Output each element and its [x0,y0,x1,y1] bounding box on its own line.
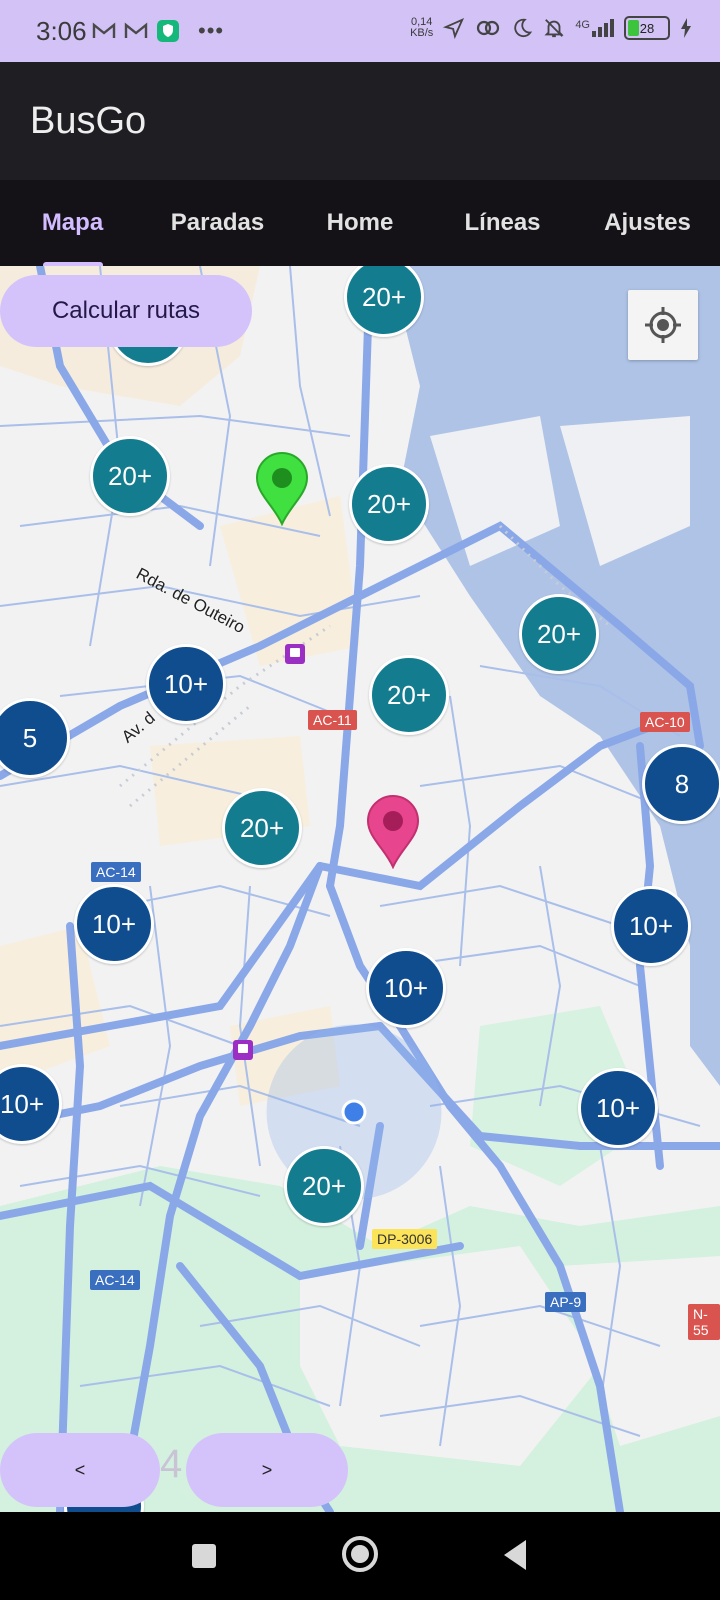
stop-cluster[interactable]: 10+ [366,948,446,1028]
next-page-button[interactable]: > [186,1433,348,1507]
home-icon[interactable] [340,1534,380,1574]
gmail-icon [124,22,148,38]
stop-cluster[interactable]: 20+ [369,655,449,735]
stop-cluster[interactable]: 20+ [284,1146,364,1226]
train-station-icon [233,1040,253,1060]
cluster-count: 10+ [628,910,674,941]
origin-marker-icon[interactable] [254,450,310,526]
status-left-icons: ••• [92,18,224,44]
app-bar: BusGo [0,62,720,180]
status-bar: 3:06 ••• 0,14 KB/s 4G 28 [0,0,720,62]
stop-cluster[interactable]: 8 [642,744,720,824]
page-number: 4 [160,1442,183,1486]
tab-label: Mapa [41,209,104,236]
user-location-dot [341,1099,367,1125]
net-speed: 0,14 KB/s [410,17,433,39]
status-right-icons: 0,14 KB/s 4G 28 [410,16,692,40]
road-label: AC-14 [90,1270,140,1290]
map-view[interactable]: Rda. de Outeiro Av. d AC-11 AC-10 AC-14 … [0,266,720,1512]
cluster-count: 20+ [361,281,407,312]
stop-cluster[interactable]: 20+ [349,464,429,544]
road-label: AC-14 [91,862,141,882]
app-title: BusGo [30,100,147,142]
cluster-count: 20+ [386,679,432,710]
my-location-button[interactable] [628,290,698,360]
battery-level: 28 [639,20,655,36]
road-label: N-55 [688,1304,720,1340]
stop-cluster[interactable]: 20+ [90,436,170,516]
road-label: AC-11 [308,710,357,730]
location-arrow-icon [443,17,465,39]
cluster-count: 10+ [383,972,429,1003]
signal-icon: 4G [575,19,614,37]
recents-icon[interactable] [190,1542,218,1570]
tab-mapa[interactable]: Mapa [0,180,145,266]
charging-icon [681,18,691,38]
road-label: DP-3006 [372,1229,438,1249]
cluster-count: 10+ [0,1088,45,1119]
cluster-count: 8 [674,768,690,799]
tab-label: Líneas [464,209,541,236]
train-station-icon [285,644,305,664]
status-time: 3:06 [36,16,87,46]
tab-ajustes[interactable]: Ajustes [575,180,720,266]
cluster-count: 10+ [595,1092,641,1123]
cluster-count: 10+ [91,908,137,939]
cluster-count: 10+ [163,668,209,699]
network-type: 4G [575,19,590,31]
crosshair-icon [645,307,681,343]
stop-cluster[interactable]: 10+ [74,884,154,964]
stop-cluster[interactable]: 20+ [519,594,599,674]
cluster-count: 20+ [301,1170,347,1201]
cluster-count: 20+ [536,618,582,649]
stop-cluster[interactable]: 10+ [611,886,691,966]
link-icon [477,20,500,36]
stop-cluster[interactable]: 20+ [222,788,302,868]
back-icon[interactable] [500,1538,530,1572]
system-navigation-bar [0,1512,720,1600]
tab-paradas[interactable]: Paradas [145,180,290,266]
net-speed-unit: KB/s [410,27,434,39]
tab-label: Paradas [170,209,265,236]
shield-icon [157,20,179,42]
cluster-count: 20+ [366,488,412,519]
tab-home[interactable]: Home [290,180,430,266]
previous-page-button[interactable]: < [0,1433,160,1507]
road-label: AC-10 [640,712,690,732]
moon-icon [514,18,533,38]
road-label: AP-9 [545,1292,587,1312]
more-notifications-icon: ••• [198,18,225,43]
cluster-count: 20+ [107,460,153,491]
cluster-count: 5 [22,722,38,753]
tab-lineas[interactable]: Líneas [430,180,575,266]
cluster-count: 20+ [239,812,285,843]
stop-cluster[interactable]: 10+ [146,644,226,724]
tab-label: Ajustes [604,209,691,236]
destination-marker-icon[interactable] [365,793,421,869]
stop-cluster[interactable]: 10+ [578,1068,658,1148]
bell-off-icon [544,19,564,38]
tab-bar: Mapa Paradas Home Líneas Ajustes [0,180,720,266]
battery-icon: 28 [624,16,670,40]
calculate-routes-button[interactable]: Calcular rutas [0,275,252,347]
gmail-icon [92,22,116,38]
tab-label: Home [326,209,394,236]
